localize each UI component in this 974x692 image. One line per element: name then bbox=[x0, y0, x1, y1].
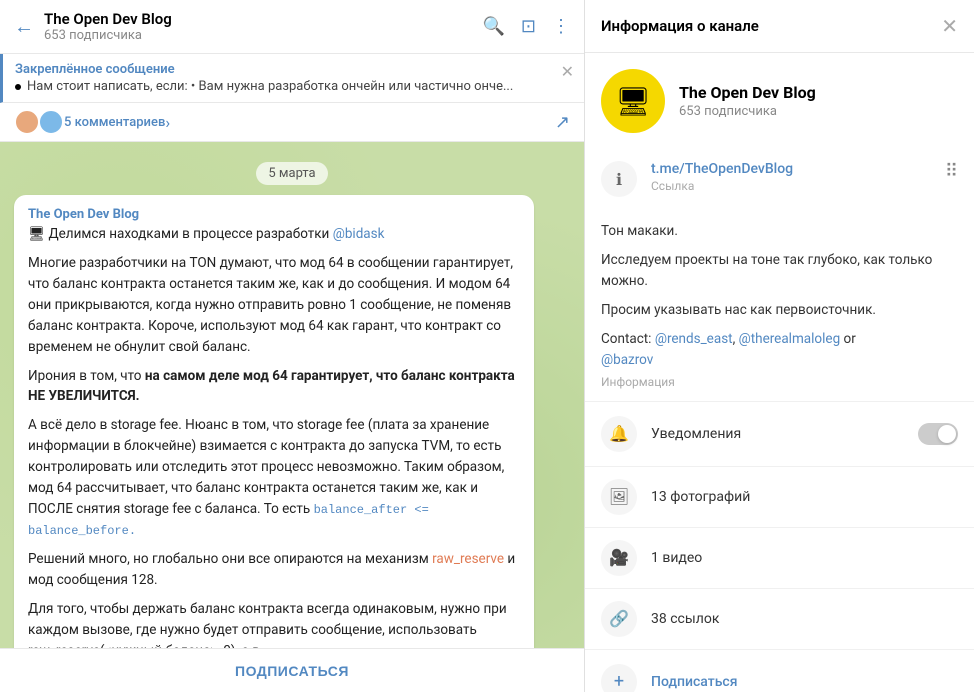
info-meta-label: Информация bbox=[601, 375, 958, 389]
links-row[interactable]: 🔗 38 ссылок bbox=[585, 589, 974, 650]
channel-meta: The Open Dev Blog 653 подписчика bbox=[679, 83, 816, 119]
channel-link[interactable]: t.me/TheOpenDevBlog bbox=[651, 161, 931, 177]
raw-reserve-link[interactable]: raw_reserve bbox=[432, 551, 504, 567]
description-text: Тон макаки. Исследуем проекты на тоне та… bbox=[601, 221, 958, 371]
photos-icon: 🖼 bbox=[601, 479, 637, 515]
date-badge: 5 марта bbox=[256, 162, 327, 185]
chat-header-icons: 🔍 ⊡ ⋮ bbox=[482, 16, 570, 37]
right-panel-title: Информация о канале bbox=[601, 17, 759, 35]
links-label: 38 ссылок bbox=[651, 611, 958, 627]
subscribe-label: Подписаться bbox=[651, 674, 738, 690]
message-bubble: The Open Dev Blog 🖥 Делимся находками в … bbox=[14, 195, 534, 648]
contact-1[interactable]: @rends_east bbox=[655, 331, 733, 347]
videos-row[interactable]: 🎥 1 видео bbox=[585, 528, 974, 589]
channel-avatar: 🖥 bbox=[601, 69, 665, 133]
contact-4[interactable]: @bazrov bbox=[601, 352, 653, 368]
pinned-text: Нам стоит написать, если: • Вам нужна ра… bbox=[15, 79, 572, 94]
code-snippet-1: balance_after <= bbox=[314, 503, 429, 517]
bell-icon: 🔔 bbox=[601, 416, 637, 452]
subscribe-bar: ПОДПИСАТЬСЯ bbox=[0, 648, 584, 692]
info-circle-icon: ℹ bbox=[601, 161, 637, 197]
back-button[interactable]: ← bbox=[14, 14, 34, 39]
comments-bar: 5 комментариев › ↗ bbox=[0, 103, 584, 142]
pinned-dot bbox=[15, 84, 21, 90]
link-content: t.me/TheOpenDevBlog Ссылка bbox=[651, 161, 931, 193]
subscribe-button[interactable]: ПОДПИСАТЬСЯ bbox=[235, 663, 349, 679]
pinned-close-button[interactable]: ✕ bbox=[561, 62, 574, 81]
message-emoji: 🖥 bbox=[28, 226, 45, 242]
left-panel: ← The Open Dev Blog 653 подписчика 🔍 ⊡ ⋮… bbox=[0, 0, 585, 692]
comments-link[interactable]: 5 комментариев bbox=[64, 115, 165, 130]
avatars bbox=[14, 109, 64, 135]
pinned-label: Закреплённое сообщение bbox=[15, 62, 572, 77]
channel-subscribers: 653 подписчика bbox=[679, 104, 816, 119]
chat-background: 5 марта The Open Dev Blog 🖥 Делимся нахо… bbox=[0, 142, 584, 648]
qr-icon[interactable]: ⠿ bbox=[945, 161, 958, 182]
layout-icon[interactable]: ⊡ bbox=[521, 16, 536, 37]
subscribe-icon: + bbox=[601, 664, 637, 692]
videos-label: 1 видео bbox=[651, 550, 958, 566]
photos-row[interactable]: 🖼 13 фотографий bbox=[585, 467, 974, 528]
channel-name: The Open Dev Blog bbox=[679, 83, 816, 102]
message-sender: The Open Dev Blog bbox=[28, 207, 520, 222]
info-section: ℹ t.me/TheOpenDevBlog Ссылка ⠿ bbox=[585, 149, 974, 209]
description-block: Тон макаки. Исследуем проекты на тоне та… bbox=[585, 209, 974, 402]
avatar bbox=[38, 109, 64, 135]
share-icon[interactable]: ↗ bbox=[555, 112, 570, 133]
chat-title: The Open Dev Blog bbox=[44, 10, 482, 28]
links-icon: 🔗 bbox=[601, 601, 637, 637]
comments-arrow-icon[interactable]: › bbox=[165, 113, 170, 132]
message-mention[interactable]: @bidask bbox=[333, 226, 385, 242]
chat-subtitle: 653 подписчика bbox=[44, 28, 482, 43]
subscribe-row[interactable]: + Подписаться bbox=[585, 650, 974, 692]
chat-header: ← The Open Dev Blog 653 подписчика 🔍 ⊡ ⋮ bbox=[0, 0, 584, 54]
message-body: 🖥 Делимся находками в процессе разработк… bbox=[28, 224, 520, 648]
right-header: Информация о канале ✕ bbox=[585, 0, 974, 53]
videos-icon: 🎥 bbox=[601, 540, 637, 576]
close-icon[interactable]: ✕ bbox=[941, 14, 958, 38]
photos-label: 13 фотографий bbox=[651, 489, 958, 505]
right-panel: Информация о канале ✕ 🖥 The Open Dev Blo… bbox=[585, 0, 974, 692]
more-icon[interactable]: ⋮ bbox=[552, 16, 570, 37]
notifications-toggle[interactable] bbox=[918, 423, 958, 445]
link-row: ℹ t.me/TheOpenDevBlog Ссылка ⠿ bbox=[601, 149, 958, 209]
chat-header-info: The Open Dev Blog 653 подписчика bbox=[44, 10, 482, 43]
date-divider: 5 марта bbox=[14, 162, 570, 185]
notifications-row: 🔔 Уведомления bbox=[585, 402, 974, 467]
contact-2[interactable]: @therealmaloleg bbox=[739, 331, 841, 347]
channel-info-top: 🖥 The Open Dev Blog 653 подписчика bbox=[585, 53, 974, 149]
pinned-message[interactable]: Закреплённое сообщение Нам стоит написат… bbox=[0, 54, 584, 103]
avatar bbox=[14, 109, 40, 135]
search-icon[interactable]: 🔍 bbox=[482, 16, 504, 37]
link-label: Ссылка bbox=[651, 179, 931, 193]
notifications-label: Уведомления bbox=[651, 426, 904, 442]
code-snippet-2: balance_before. bbox=[28, 524, 136, 538]
